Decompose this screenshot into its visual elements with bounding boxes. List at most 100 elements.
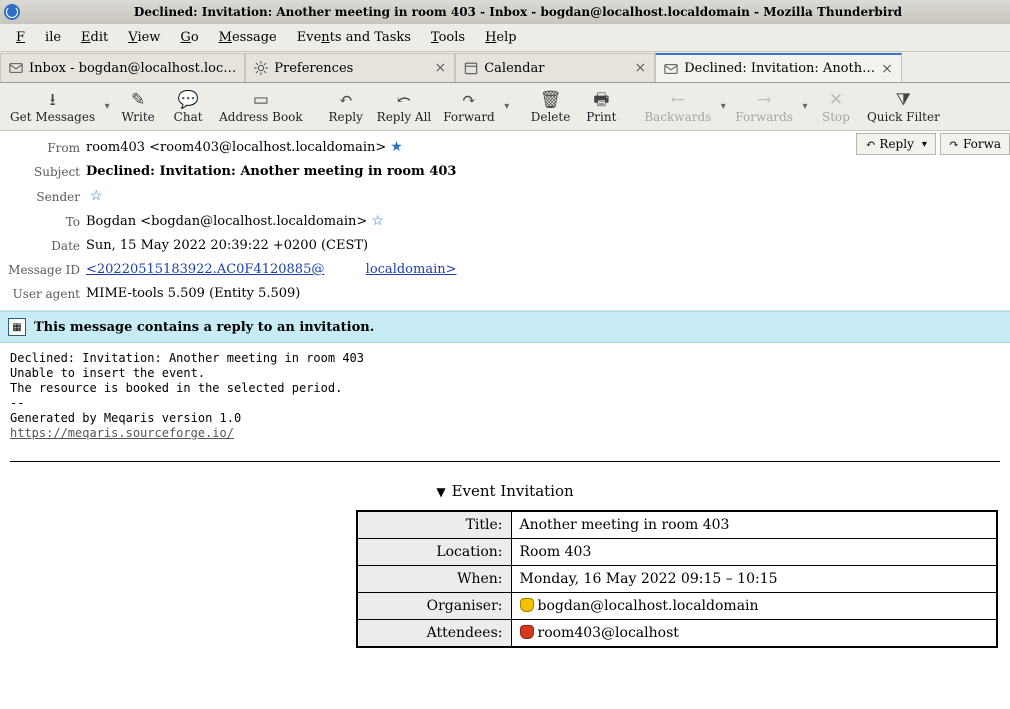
from-label: From xyxy=(0,136,86,160)
event-organiser-label: Organiser: xyxy=(357,593,511,620)
window-title: Declined: Invitation: Another meeting in… xyxy=(26,5,1010,19)
person-declined-icon xyxy=(520,625,534,639)
close-icon[interactable]: × xyxy=(635,60,647,76)
menu-view[interactable]: View xyxy=(118,27,170,48)
reply-icon: ↶ xyxy=(865,137,875,151)
forward-icon: ↷ xyxy=(949,137,959,151)
tab-preferences[interactable]: Preferences × xyxy=(245,53,455,82)
event-location-label: Location: xyxy=(357,539,511,566)
forward-icon: ↷ xyxy=(462,90,476,110)
close-icon[interactable]: × xyxy=(435,60,447,76)
get-messages-button[interactable]: ⭳Get Messages xyxy=(4,86,101,128)
header-forward-button[interactable]: ↷Forwa xyxy=(940,133,1010,155)
get-messages-dropdown[interactable]: ▾ xyxy=(101,101,113,112)
menu-go[interactable]: Go xyxy=(170,27,208,48)
menu-events-tasks[interactable]: Events and Tasks xyxy=(287,27,421,48)
to-value[interactable]: Bogdan <bogdan@localhost.localdomain>☆ xyxy=(86,209,1010,234)
event-attendees-value: room403@localhost xyxy=(511,620,997,648)
menubar: File Edit View Go Message Events and Tas… xyxy=(0,24,1010,52)
person-accepted-icon xyxy=(520,598,534,612)
stop-button: ✕Stop xyxy=(811,86,861,128)
calendar-event-icon: ▦ xyxy=(8,318,26,336)
subject-value: Declined: Invitation: Another meeting in… xyxy=(86,160,1010,184)
thunderbird-icon xyxy=(4,4,20,20)
mail-icon xyxy=(664,62,678,76)
write-button[interactable]: ✎Write xyxy=(113,86,163,128)
tab-label: Declined: Invitation: Anoth… xyxy=(684,61,875,76)
print-icon: 🖶 xyxy=(593,90,609,110)
arrow-right-icon: → xyxy=(757,90,771,110)
invitation-bar-text: This message contains a reply to an invi… xyxy=(34,320,374,335)
event-location-value: Room 403 xyxy=(511,539,997,566)
forward-button[interactable]: ↷Forward xyxy=(437,86,500,128)
event-organiser-value: bogdan@localhost.localdomain xyxy=(511,593,997,620)
date-value: Sun, 15 May 2022 20:39:22 +0200 (CEST) xyxy=(86,234,1010,258)
backwards-dropdown[interactable]: ▾ xyxy=(717,101,729,112)
tab-strip: Inbox - bogdan@localhost.loc… Preference… xyxy=(0,52,1010,83)
download-icon: ⭳ xyxy=(50,90,56,110)
filter-icon: ⧩ xyxy=(896,90,911,110)
tab-message[interactable]: Declined: Invitation: Anoth… × xyxy=(655,53,902,82)
reply-button[interactable]: ↶Reply xyxy=(321,86,371,128)
trash-icon: 🗑 xyxy=(540,90,562,110)
body-separator xyxy=(10,461,1000,462)
menu-edit[interactable]: Edit xyxy=(71,27,118,48)
event-attendees-label: Attendees: xyxy=(357,620,511,648)
header-action-buttons: ↶Reply▾ ↷Forwa xyxy=(856,133,1010,155)
inbox-icon xyxy=(9,61,23,75)
reply-icon: ↶ xyxy=(339,90,353,110)
reply-all-button[interactable]: ⤺Reply All xyxy=(371,86,438,128)
window-titlebar: Declined: Invitation: Another meeting in… xyxy=(0,0,1010,24)
menu-help[interactable]: Help xyxy=(475,27,527,48)
event-title-label: Title: xyxy=(357,511,511,539)
tab-label: Calendar xyxy=(484,61,628,76)
generator-link[interactable]: https://meqaris.sourceforge.io/ xyxy=(10,426,234,440)
chat-button[interactable]: 💬Chat xyxy=(163,86,213,128)
chevron-down-icon[interactable]: ▾ xyxy=(922,139,927,150)
calendar-icon xyxy=(464,61,478,75)
invitation-reply-bar: ▦ This message contains a reply to an in… xyxy=(0,311,1010,343)
message-headers: ↶Reply▾ ↷Forwa Fromroom403 <room403@loca… xyxy=(0,131,1010,311)
event-invitation-heading[interactable]: ▼Event Invitation xyxy=(0,478,1010,510)
star-icon[interactable]: ☆ xyxy=(371,213,384,229)
chat-icon: 💬 xyxy=(178,90,199,110)
address-book-button[interactable]: ▭Address Book xyxy=(213,86,309,128)
to-label: To xyxy=(0,210,86,234)
menu-message[interactable]: Message xyxy=(209,27,287,48)
event-when-label: When: xyxy=(357,566,511,593)
user-agent-value: MIME-tools 5.509 (Entity 5.509) xyxy=(86,282,1010,306)
event-details-table: Title:Another meeting in room 403 Locati… xyxy=(356,510,998,648)
star-icon[interactable]: ★ xyxy=(390,139,403,155)
reply-all-icon: ⤺ xyxy=(397,90,411,110)
star-icon[interactable]: ☆ xyxy=(90,188,103,204)
tab-label: Inbox - bogdan@localhost.loc… xyxy=(29,61,236,76)
stop-icon: ✕ xyxy=(829,90,843,110)
tab-label: Preferences xyxy=(274,61,428,76)
event-title-value: Another meeting in room 403 xyxy=(511,511,997,539)
disclosure-triangle-icon[interactable]: ▼ xyxy=(436,485,445,499)
toolbar: ⭳Get Messages ▾ ✎Write 💬Chat ▭Address Bo… xyxy=(0,83,1010,131)
subject-label: Subject xyxy=(0,160,86,184)
address-book-icon: ▭ xyxy=(253,90,269,110)
message-id-value[interactable]: <20220515183922.AC0F4120885@ localdomain… xyxy=(86,258,1010,282)
sender-label: Sender xyxy=(0,185,86,209)
menu-tools[interactable]: Tools xyxy=(421,27,475,48)
message-id-label: Message ID xyxy=(0,258,86,282)
close-icon[interactable]: × xyxy=(881,61,893,77)
tab-inbox[interactable]: Inbox - bogdan@localhost.loc… xyxy=(0,53,245,82)
header-reply-button[interactable]: ↶Reply▾ xyxy=(856,133,936,155)
delete-button[interactable]: 🗑Delete xyxy=(525,86,577,128)
quick-filter-button[interactable]: ⧩Quick Filter xyxy=(861,86,946,128)
forward-dropdown[interactable]: ▾ xyxy=(501,101,513,112)
forwards-button: →Forwards xyxy=(729,86,799,128)
pencil-icon: ✎ xyxy=(131,90,145,110)
user-agent-label: User agent xyxy=(0,282,86,306)
message-body: Declined: Invitation: Another meeting in… xyxy=(0,343,1010,443)
forwards-dropdown[interactable]: ▾ xyxy=(799,101,811,112)
print-button[interactable]: 🖶Print xyxy=(576,86,626,128)
menu-file[interactable]: File xyxy=(6,27,71,48)
tab-calendar[interactable]: Calendar × xyxy=(455,53,655,82)
backwards-button: ←Backwards xyxy=(638,86,717,128)
event-when-value: Monday, 16 May 2022 09:15 – 10:15 xyxy=(511,566,997,593)
sender-value[interactable]: ☆ xyxy=(86,184,1010,209)
